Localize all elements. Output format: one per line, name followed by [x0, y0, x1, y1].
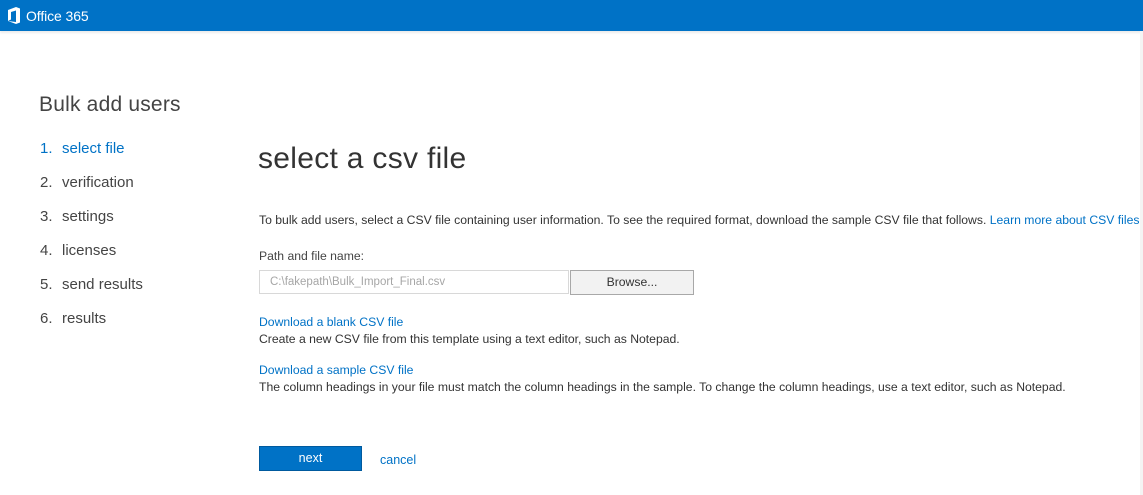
cancel-link[interactable]: cancel	[380, 453, 416, 467]
step-number: 1.	[40, 140, 53, 157]
app-name: Office 365	[26, 7, 89, 24]
step-number: 3.	[40, 208, 53, 225]
step-label: settings	[62, 208, 114, 225]
sample-csv-section: Download a sample CSV file The column he…	[259, 363, 1066, 394]
office-365-logo[interactable]: Office 365	[7, 7, 89, 24]
office-logo-icon	[8, 7, 20, 24]
wizard-steps: 1. select file 2. verification 3. settin…	[40, 140, 143, 344]
next-button[interactable]: next	[259, 446, 362, 471]
intro-paragraph: To bulk add users, select a CSV file con…	[259, 213, 1139, 227]
step-number: 6.	[40, 310, 53, 327]
step-send-results[interactable]: 5. send results	[40, 276, 143, 310]
step-select-file[interactable]: 1. select file	[40, 140, 143, 174]
step-label: verification	[62, 174, 134, 191]
download-sample-csv-link[interactable]: Download a sample CSV file	[259, 363, 413, 377]
step-number: 5.	[40, 276, 53, 293]
step-number: 2.	[40, 174, 53, 191]
step-label: results	[62, 310, 107, 327]
browse-button[interactable]: Browse...	[570, 270, 694, 295]
step-results[interactable]: 6. results	[40, 310, 143, 344]
step-settings[interactable]: 3. settings	[40, 208, 143, 242]
blank-csv-description: Create a new CSV file from this template…	[259, 332, 680, 346]
download-blank-csv-link[interactable]: Download a blank CSV file	[259, 315, 403, 329]
file-path-input[interactable]	[259, 270, 569, 294]
path-field-label: Path and file name:	[259, 249, 365, 263]
intro-text: To bulk add users, select a CSV file con…	[259, 213, 990, 227]
top-navigation-bar: Office 365	[0, 0, 1143, 31]
sample-csv-description: The column headings in your file must ma…	[259, 380, 1066, 394]
blank-csv-section: Download a blank CSV file Create a new C…	[259, 315, 680, 346]
main-heading: select a csv file	[258, 142, 467, 175]
learn-more-csv-link[interactable]: Learn more about CSV files	[990, 213, 1140, 227]
page-title: Bulk add users	[39, 93, 181, 116]
step-label: send results	[62, 276, 143, 293]
step-licenses[interactable]: 4. licenses	[40, 242, 143, 276]
step-label: select file	[62, 140, 125, 157]
step-number: 4.	[40, 242, 53, 259]
step-verification[interactable]: 2. verification	[40, 174, 143, 208]
step-label: licenses	[62, 242, 117, 259]
